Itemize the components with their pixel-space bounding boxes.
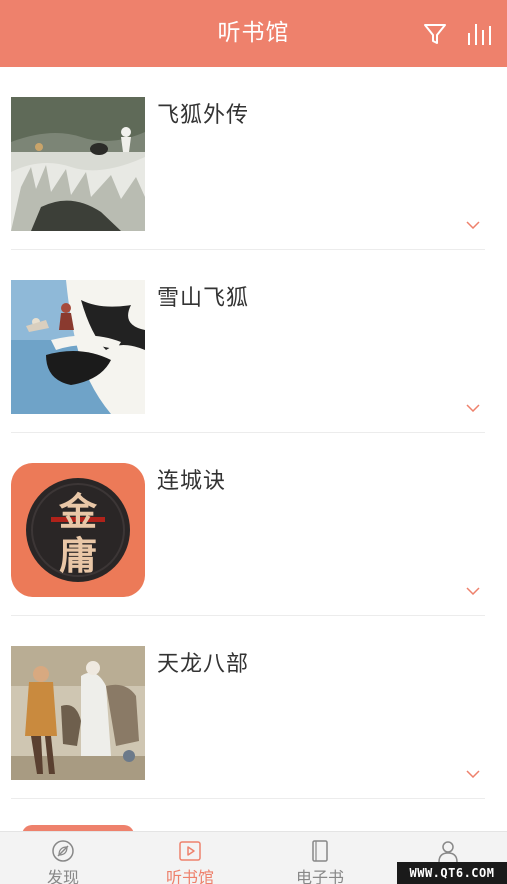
stats-button[interactable] [463,17,497,51]
book-icon [312,840,328,862]
expand-button[interactable] [465,766,481,782]
book-item[interactable]: 金 庸 连城诀 [0,433,507,616]
book-list: 飞狐外传 雪山飞狐 金 庸 连城诀 天龙八部 [0,67,507,831]
cover-text-bottom: 庸 [58,533,97,578]
chevron-down-icon [466,404,480,412]
book-title[interactable]: 飞狐外传 [157,97,249,129]
book-cover[interactable] [11,280,145,414]
expand-button[interactable] [465,583,481,599]
app-screen: 听书馆 飞狐外传 雪山飞狐 金 庸 连城诀 天龙八部 发现 听书馆 电子书 WW… [0,0,507,884]
chevron-down-icon [466,221,480,229]
filter-button[interactable] [418,17,452,51]
user-icon [438,841,458,863]
expand-button[interactable] [465,400,481,416]
nav-tab-discover[interactable]: 发现 [0,832,126,884]
expand-button[interactable] [465,217,481,233]
book-cover[interactable]: 金 庸 [11,463,145,597]
watermark: WWW.QT6.COM [397,862,507,884]
leaf-icon [52,840,74,862]
nav-tab-ebooks[interactable]: 电子书 [257,832,383,884]
book-title[interactable]: 天龙八部 [157,646,249,678]
book-item[interactable]: 天龙八部 [0,616,507,799]
ink-painting-cover [11,97,145,231]
snow-mountain-cover [11,280,145,414]
chevron-down-icon [466,587,480,595]
bar-chart-icon [468,24,491,45]
illustration-cover [11,646,145,780]
book-title[interactable]: 连城诀 [157,463,226,495]
chevron-down-icon [466,770,480,778]
play-icon [179,841,201,861]
top-bar: 听书馆 [0,0,507,67]
nav-tab-audiobooks[interactable]: 听书馆 [127,832,253,884]
divider [11,798,485,799]
nav-label: 发现 [46,868,79,884]
nav-label: 电子书 [295,868,344,884]
book-title[interactable]: 雪山飞狐 [157,280,249,312]
nav-label: 听书馆 [165,868,214,884]
book-item[interactable]: 雪山飞狐 [0,250,507,433]
filter-icon [424,24,446,44]
book-cover[interactable] [11,97,145,231]
book-cover[interactable] [11,646,145,780]
book-item[interactable]: 飞狐外传 [0,67,507,250]
